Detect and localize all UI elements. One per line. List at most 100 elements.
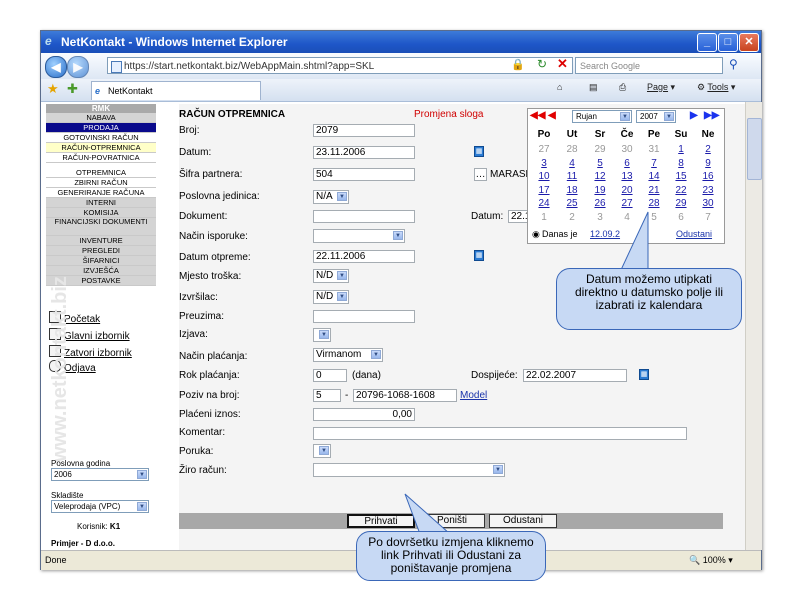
page-menu[interactable]: Page ▾ (647, 82, 675, 93)
add-favorites-icon[interactable]: ✚ (67, 81, 78, 97)
today-radio-icon[interactable]: ◉ (532, 229, 540, 240)
calendar-day[interactable]: 22 (668, 185, 694, 196)
calendar-day[interactable]: 26 (587, 198, 613, 209)
poziv-model-input[interactable]: 5 (313, 389, 341, 402)
poruka-select[interactable]: ▼ (313, 444, 331, 458)
today-link[interactable]: 12.09.2 (590, 229, 620, 239)
calendar-day[interactable]: 15 (668, 171, 694, 182)
mjesto-select[interactable]: N/D ▼ (313, 269, 349, 283)
calendar-day[interactable]: 4 (559, 158, 585, 169)
year-select[interactable]: 2007 ▼ (636, 110, 676, 123)
rok-input[interactable]: 0 (313, 369, 347, 382)
sidebar-item-inventure[interactable]: INVENTURE (46, 236, 156, 246)
refresh-icon[interactable]: ↻ (537, 57, 547, 71)
calendar-day[interactable]: 10 (531, 171, 557, 182)
datum-otpreme-input[interactable]: 22.11.2006 (313, 250, 415, 263)
search-input[interactable]: Search Google (575, 57, 723, 74)
prev-month-icon[interactable]: ◀ (548, 111, 560, 121)
vertical-scrollbar[interactable] (745, 102, 762, 550)
preuzima-input[interactable] (313, 310, 415, 323)
izvrsilac-select[interactable]: N/D ▼ (313, 290, 349, 304)
sifra-input[interactable]: 504 (313, 168, 415, 181)
calendar-cancel-link[interactable]: Odustani (676, 229, 712, 239)
stop-icon[interactable]: ✕ (557, 56, 568, 72)
calendar-day[interactable]: 19 (587, 185, 613, 196)
dokument-input[interactable] (313, 210, 415, 223)
calendar-day[interactable]: 21 (641, 185, 667, 196)
sidebar-item-otpremnica[interactable]: OTPREMNICA (46, 168, 156, 178)
sidebar-item-šifarnici[interactable]: ŠIFARNICI (46, 256, 156, 266)
calendar-day[interactable]: 7 (641, 158, 667, 169)
warehouse-select[interactable]: Veleprodaja (VPC) ▼ (51, 500, 149, 513)
year-select[interactable]: 2006 ▼ (51, 468, 149, 481)
reset-button[interactable]: Poništi (419, 514, 485, 528)
close-button[interactable]: ✕ (739, 33, 759, 52)
model-link[interactable]: Model (460, 390, 487, 401)
scroll-thumb[interactable] (747, 118, 762, 180)
search-icon[interactable]: ⚲ (729, 57, 738, 71)
calendar-day[interactable]: 18 (559, 185, 585, 196)
calendar-day[interactable]: 1 (668, 144, 694, 155)
sidebar-item-račun-povratnica[interactable]: RAČUN-POVRATNICA (46, 153, 156, 163)
calendar-day[interactable]: 13 (614, 171, 640, 182)
calendar-day[interactable]: 5 (587, 158, 613, 169)
komentar-input[interactable] (313, 427, 687, 440)
poslovna-select[interactable]: N/A ▼ (313, 190, 349, 204)
broj-input[interactable]: 2079 (313, 124, 415, 137)
calendar-day[interactable]: 11 (559, 171, 585, 182)
month-select[interactable]: Rujan ▼ (572, 110, 632, 123)
calendar-day[interactable]: 12 (587, 171, 613, 182)
calendar-day[interactable]: 17 (531, 185, 557, 196)
address-bar[interactable]: https://start.netkontakt.biz/WebAppMain.… (107, 57, 573, 74)
sidebar-item-nabava[interactable]: NABAVA (46, 113, 156, 123)
calendar-day[interactable]: 27 (614, 198, 640, 209)
back-button[interactable]: ◀ (45, 56, 67, 78)
datum-input[interactable]: 23.11.2006 (313, 146, 415, 159)
dospijece-input[interactable]: 22.02.2007 (523, 369, 627, 382)
calendar-day[interactable]: 29 (668, 198, 694, 209)
sidebar-item-generiranje-računa[interactable]: GENERIRANJE RAČUNA (46, 188, 156, 198)
dokument-datum-input[interactable]: 22.1 (508, 210, 528, 223)
calendar-day[interactable]: 20 (614, 185, 640, 196)
favorites-star-icon[interactable]: ★ (47, 81, 59, 97)
calendar-day[interactable]: 23 (695, 185, 721, 196)
minimize-button[interactable]: _ (697, 33, 717, 52)
cancel-button[interactable]: Odustani (489, 514, 557, 528)
calendar-day[interactable]: 3 (531, 158, 557, 169)
sidebar-item-interni[interactable]: INTERNI (46, 198, 156, 208)
calendar-day[interactable]: 8 (668, 158, 694, 169)
calendar-day[interactable]: 14 (641, 171, 667, 182)
calendar-icon[interactable]: ▦ (639, 369, 649, 380)
next-month-icon[interactable]: ▶ (690, 111, 702, 121)
calendar-day[interactable]: 2 (695, 144, 721, 155)
next-year-icon[interactable]: ▶▶ (704, 111, 719, 121)
calendar-day[interactable]: 25 (559, 198, 585, 209)
calendar-day[interactable]: 30 (695, 198, 721, 209)
zoom-level[interactable]: 🔍 100% ▾ (689, 551, 733, 569)
calendar-day[interactable]: 28 (641, 198, 667, 209)
tools-menu[interactable]: ⚙ Tools ▾ (697, 82, 735, 93)
calendar-day[interactable]: 24 (531, 198, 557, 209)
calendar-day[interactable]: 6 (614, 158, 640, 169)
sidebar-item-izvješća[interactable]: IZVJEŠĆA (46, 266, 156, 276)
poziv-input[interactable]: 20796-1068-1608 (353, 389, 457, 402)
tab-netkontakt[interactable]: e NetKontakt (91, 81, 261, 100)
nacin-isporuke-select[interactable]: ▼ (313, 229, 405, 243)
calendar-day[interactable]: 16 (695, 171, 721, 182)
prev-year-icon[interactable]: ◀◀ (530, 111, 545, 121)
sidebar-item-zbirni-račun[interactable]: ZBIRNI RAČUN (46, 178, 156, 188)
calendar-day[interactable]: 9 (695, 158, 721, 169)
calendar-icon[interactable]: ▦ (474, 146, 484, 157)
sidebar-item-prodaja[interactable]: PRODAJA (46, 123, 156, 133)
sidebar-item-gotovinski-račun[interactable]: GOTOVINSKI RAČUN (46, 133, 156, 143)
sidebar-item-financijski-dokumenti[interactable]: FINANCIJSKI DOKUMENTI (46, 218, 156, 236)
placeni-input[interactable]: 0,00 (313, 408, 415, 421)
home-icon[interactable]: ⌂ (557, 82, 562, 92)
sidebar-item-račun-otpremnica[interactable]: RAČUN-OTPREMNICA (46, 143, 156, 153)
accept-button[interactable]: Prihvati (347, 514, 415, 528)
maximize-button[interactable]: □ (718, 33, 738, 52)
sidebar-item-pregledi[interactable]: PREGLEDI (46, 246, 156, 256)
nacin-placanja-select[interactable]: Virmanom ▼ (313, 348, 383, 362)
print-icon[interactable]: ⎙ (619, 82, 626, 93)
calendar-icon[interactable]: ▦ (474, 250, 484, 261)
